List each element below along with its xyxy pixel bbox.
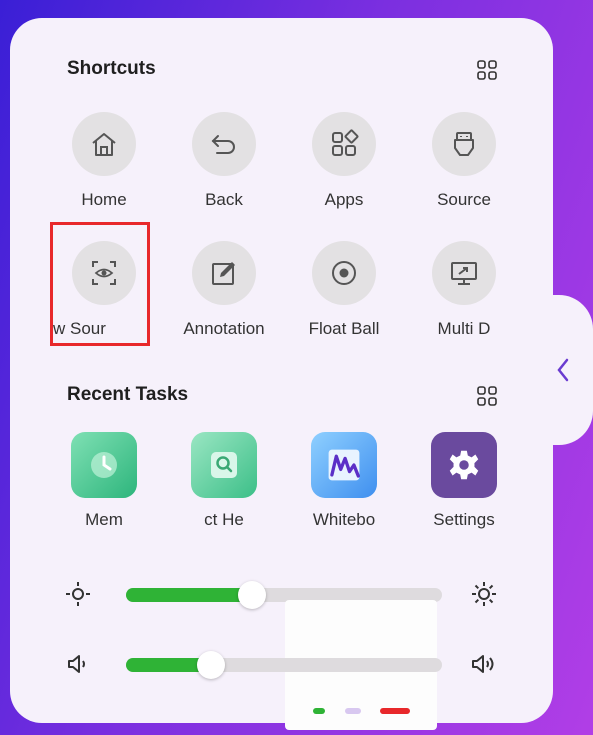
shortcut-apps[interactable]: Apps bbox=[289, 112, 399, 210]
multi-display-icon bbox=[451, 262, 477, 285]
volume-low-icon bbox=[68, 655, 85, 673]
recent-app-memory[interactable]: Mem bbox=[49, 432, 159, 530]
shortcut-label: Home bbox=[81, 190, 127, 209]
overlay-green-mark bbox=[313, 708, 325, 714]
overlay-red-mark bbox=[380, 708, 410, 714]
shortcut-back[interactable]: Back bbox=[169, 112, 279, 210]
back-icon bbox=[211, 135, 235, 154]
shortcut-label: Annotation bbox=[183, 319, 265, 338]
brightness-low-icon bbox=[66, 582, 90, 606]
shortcut-home[interactable]: Home bbox=[49, 112, 159, 210]
brightness-high-icon bbox=[472, 582, 496, 606]
recent-app-whiteboard[interactable]: Whitebo bbox=[289, 432, 399, 530]
shortcut-label: Source bbox=[437, 190, 491, 209]
app-label: ct He bbox=[204, 510, 244, 529]
settings-app-icon bbox=[431, 432, 497, 498]
collapse-tab[interactable] bbox=[533, 295, 593, 445]
selection-highlight bbox=[50, 222, 150, 346]
memory-app-icon bbox=[71, 432, 137, 498]
recent-app-search[interactable]: ct He bbox=[169, 432, 279, 530]
app-label: Settings bbox=[433, 510, 495, 529]
recent-tasks-title: Recent Tasks bbox=[67, 384, 189, 405]
overlay-purple-mark bbox=[345, 708, 361, 714]
brightness-thumb[interactable] bbox=[238, 581, 267, 609]
app-label: Mem bbox=[85, 510, 123, 529]
volume-slider-row bbox=[60, 644, 510, 684]
shortcut-label: Back bbox=[205, 190, 243, 209]
source-icon bbox=[454, 132, 474, 156]
recent-tasks-grid-icon[interactable] bbox=[476, 385, 498, 407]
whiteboard-app-icon bbox=[311, 432, 377, 498]
search-app-icon bbox=[191, 432, 257, 498]
app-label: Whitebo bbox=[312, 510, 376, 529]
home-icon bbox=[92, 133, 116, 156]
shortcut-source[interactable]: Source bbox=[409, 112, 519, 210]
apps-icon bbox=[332, 129, 359, 156]
shortcut-float-ball[interactable]: Float Ball bbox=[289, 241, 399, 339]
shortcuts-edit-grid-icon[interactable] bbox=[476, 59, 498, 81]
chevron-left-icon bbox=[557, 358, 569, 382]
brightness-fill bbox=[126, 588, 253, 602]
float-ball-icon bbox=[332, 261, 356, 285]
shortcuts-title: Shortcuts bbox=[67, 58, 156, 79]
volume-thumb[interactable] bbox=[197, 651, 226, 679]
annotation-icon bbox=[212, 262, 235, 285]
shortcut-label: Apps bbox=[324, 190, 364, 209]
volume-high-icon bbox=[472, 655, 494, 673]
shortcut-label: Multi D bbox=[437, 319, 491, 338]
shortcut-label: Float Ball bbox=[308, 319, 380, 338]
recent-app-settings[interactable]: Settings bbox=[409, 432, 519, 530]
shortcut-annotation[interactable]: Annotation bbox=[169, 241, 279, 339]
shortcut-multi-display[interactable]: Multi D bbox=[409, 241, 519, 339]
volume-slider[interactable] bbox=[126, 651, 442, 679]
